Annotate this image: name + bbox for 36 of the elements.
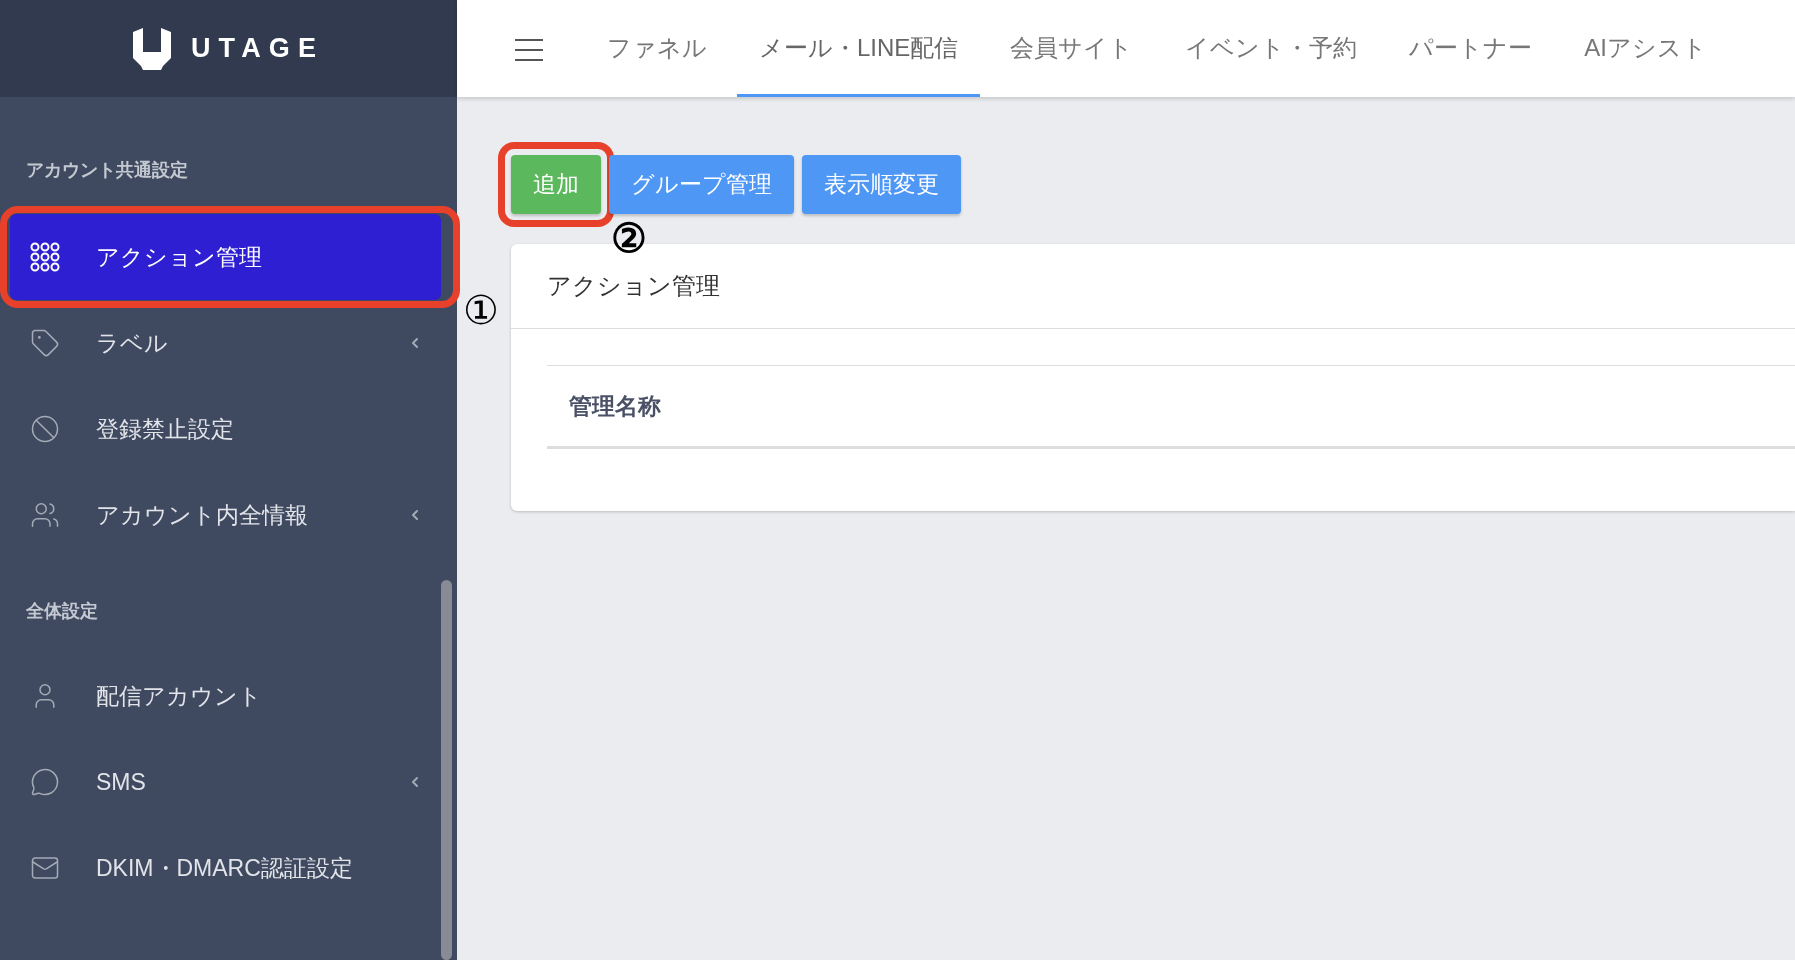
sidebar-item[interactable]: DKIM・DMARC認証設定 [10,825,441,911]
sidebar-item[interactable]: 配信アカウント [10,653,441,739]
sidebar-item-label: アカウント内全情報 [96,500,309,530]
nav-tab[interactable]: メール・LINE配信 [737,23,981,97]
section-title: アカウント共通設定 [25,159,189,182]
card-title: アクション管理 [547,271,720,301]
annotation-number: ① [463,290,499,330]
sidebar-item[interactable]: アクション管理 [10,214,441,300]
nav-tab[interactable]: ファネル [585,23,729,97]
nav-tab[interactable]: 会員サイト [988,23,1156,97]
sidebar-item[interactable]: ラベル [10,300,441,386]
ban-icon [30,414,60,444]
column-header: 管理名称 [569,391,661,421]
sidebar-item-label: 配信アカウント [96,681,263,711]
logo-icon [133,27,171,70]
nav-tab[interactable]: AIアシスト [1562,23,1730,97]
sidebar-item-label: SMS [96,767,147,797]
nav-tab[interactable]: パートナー [1387,23,1555,97]
tag-icon [30,328,60,358]
sidebar-item-label: アクション管理 [96,242,263,272]
sidebar-item-label: DKIM・DMARC認証設定 [96,853,354,883]
dot-grid-icon [30,242,60,272]
speech-bubble-icon [30,767,60,797]
action-button[interactable]: グループ管理 [609,155,794,214]
annotation-number: ② [611,218,647,258]
sidebar-item-label: 登録禁止設定 [96,414,235,444]
action-button[interactable]: 表示順変更 [802,155,961,214]
sidebar-item[interactable]: SMS [10,739,441,825]
sidebar-item[interactable]: アカウント内全情報 [10,472,441,558]
logo-text: UTAGE [191,32,324,66]
sidebar-item[interactable]: 登録禁止設定 [10,386,441,472]
users-icon [30,500,60,530]
nav-tab[interactable]: イベント・予約 [1163,23,1380,97]
section-title: 全体設定 [25,600,99,623]
menu-icon[interactable] [515,39,543,61]
sidebar-item-label: ラベル [96,328,169,358]
